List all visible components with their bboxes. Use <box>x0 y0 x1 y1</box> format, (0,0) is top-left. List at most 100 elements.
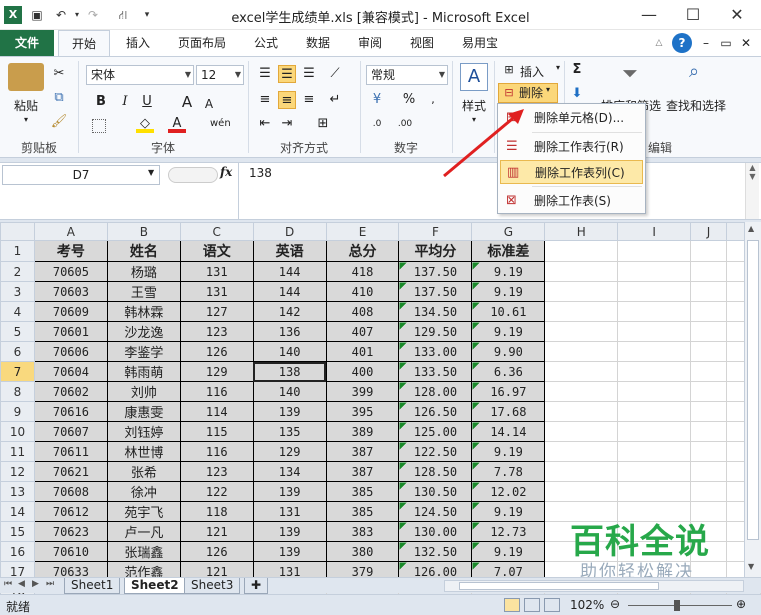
table-cell[interactable]: 124.50 <box>398 501 473 522</box>
table-cell[interactable]: 韩林霖 <box>106 301 181 322</box>
empty-cell[interactable] <box>617 481 692 502</box>
empty-cell[interactable] <box>690 441 727 462</box>
table-cell[interactable]: 135 <box>252 421 327 442</box>
table-cell[interactable]: 12.73 <box>471 521 546 542</box>
empty-cell[interactable] <box>617 321 692 342</box>
row-header[interactable]: 12 <box>0 461 35 482</box>
table-cell[interactable]: 137.50 <box>398 281 473 302</box>
table-cell[interactable]: 121 <box>179 521 254 542</box>
table-cell[interactable]: 383 <box>325 521 400 542</box>
table-cell[interactable]: 126 <box>179 341 254 362</box>
wrap-text-icon[interactable]: ↵ <box>326 91 344 109</box>
table-cell[interactable]: 385 <box>325 501 400 522</box>
table-cell[interactable]: 刘钰婷 <box>106 421 181 442</box>
number-format-field[interactable]: 常规 ▼ <box>366 65 448 85</box>
scroll-thumb[interactable] <box>747 240 759 540</box>
row-header[interactable]: 7 <box>0 361 35 382</box>
percent-icon[interactable]: % <box>400 91 418 109</box>
table-cell[interactable]: 132.50 <box>398 541 473 562</box>
copy-icon[interactable]: ⧉ <box>50 89 68 107</box>
zoom-out-icon[interactable]: ⊖ <box>610 597 620 611</box>
column-header[interactable]: G <box>471 222 546 241</box>
table-cell[interactable]: 114 <box>179 401 254 422</box>
fill-icon[interactable]: ⬇ <box>568 85 586 103</box>
table-cell[interactable]: 70606 <box>33 341 108 362</box>
tab-page-layout[interactable]: 页面布局 <box>168 30 236 56</box>
table-cell[interactable]: 9.19 <box>471 441 546 462</box>
paste-dropdown-icon[interactable]: ▾ <box>18 115 34 124</box>
table-cell[interactable]: 沙龙逸 <box>106 321 181 342</box>
empty-cell[interactable] <box>617 281 692 302</box>
table-cell[interactable]: 130.50 <box>398 481 473 502</box>
table-cell[interactable]: 6.36 <box>471 361 546 382</box>
table-cell[interactable]: 韩雨萌 <box>106 361 181 382</box>
chevron-down-icon[interactable]: ▼ <box>235 66 241 84</box>
table-cell[interactable]: 70616 <box>33 401 108 422</box>
table-cell[interactable]: 70602 <box>33 381 108 402</box>
tab-home[interactable]: 开始 <box>58 30 110 57</box>
maximize-button[interactable]: ☐ <box>671 0 715 30</box>
name-box[interactable]: D7 <box>2 165 160 185</box>
next-sheet-icon[interactable]: ▶ <box>32 579 39 589</box>
row-header[interactable]: 16 <box>0 541 35 562</box>
table-cell[interactable]: 9.19 <box>471 281 546 302</box>
zoom-in-icon[interactable]: ⊕ <box>736 597 746 611</box>
table-cell[interactable]: 140 <box>252 341 327 362</box>
ribbon-minimize-icon[interactable]: – <box>698 30 714 56</box>
table-header-cell[interactable]: 语文 <box>179 240 254 262</box>
grow-font-icon[interactable]: A <box>178 93 196 111</box>
column-header[interactable]: C <box>179 222 254 241</box>
table-cell[interactable]: 12.02 <box>471 481 546 502</box>
table-cell[interactable]: 129 <box>179 361 254 382</box>
table-cell[interactable]: 408 <box>325 301 400 322</box>
empty-cell[interactable] <box>617 441 692 462</box>
empty-cell[interactable] <box>617 461 692 482</box>
table-cell[interactable]: 张瑞鑫 <box>106 541 181 562</box>
row-header[interactable]: 10 <box>0 421 35 442</box>
row-header[interactable]: 4 <box>0 301 35 322</box>
table-cell[interactable]: 王雪 <box>106 281 181 302</box>
table-cell[interactable]: 李鉴学 <box>106 341 181 362</box>
table-cell[interactable]: 118 <box>179 501 254 522</box>
table-cell[interactable]: 410 <box>325 281 400 302</box>
table-cell[interactable]: 70623 <box>33 521 108 542</box>
row-header[interactable]: 14 <box>0 501 35 522</box>
table-cell[interactable]: 122.50 <box>398 441 473 462</box>
delete-dropdown-icon[interactable]: ▾ <box>546 85 550 94</box>
empty-cell[interactable] <box>690 401 727 422</box>
table-header-cell[interactable]: 总分 <box>325 240 400 262</box>
ribbon-collapse-icon[interactable]: △ <box>652 30 666 56</box>
autosum-icon[interactable]: Σ <box>568 61 586 79</box>
font-color-icon[interactable]: A <box>168 115 186 133</box>
bold-icon[interactable]: B <box>92 93 110 111</box>
tab-insert[interactable]: 插入 <box>116 30 160 56</box>
column-header[interactable]: J <box>690 222 727 241</box>
empty-cell[interactable] <box>690 421 727 442</box>
tab-formulas[interactable]: 公式 <box>244 30 288 56</box>
table-cell[interactable]: 70608 <box>33 481 108 502</box>
table-cell[interactable]: 9.90 <box>471 341 546 362</box>
empty-cell[interactable] <box>690 301 727 322</box>
table-cell[interactable]: 70605 <box>33 261 108 282</box>
table-cell[interactable]: 138 <box>252 361 327 382</box>
merge-center-icon[interactable]: ⊞ <box>314 115 332 133</box>
empty-cell[interactable] <box>544 381 619 402</box>
empty-cell[interactable] <box>544 341 619 362</box>
table-cell[interactable]: 126 <box>179 541 254 562</box>
table-cell[interactable]: 9.19 <box>471 261 546 282</box>
prev-sheet-icon[interactable]: ◀ <box>18 579 25 589</box>
scroll-up-icon[interactable]: ▲ <box>748 224 754 233</box>
column-header[interactable]: H <box>544 222 619 241</box>
tab-data[interactable]: 数据 <box>296 30 340 56</box>
empty-cell[interactable] <box>690 261 727 282</box>
table-cell[interactable]: 139 <box>252 541 327 562</box>
table-cell[interactable]: 17.68 <box>471 401 546 422</box>
minimize-button[interactable]: — <box>627 0 671 30</box>
table-cell[interactable]: 70601 <box>33 321 108 342</box>
table-cell[interactable]: 杨璐 <box>106 261 181 282</box>
tab-file[interactable]: 文件 <box>0 30 54 56</box>
align-middle-icon[interactable]: ☰ <box>278 65 296 83</box>
table-cell[interactable]: 123 <box>179 321 254 342</box>
zoom-slider-thumb[interactable] <box>674 600 680 611</box>
normal-view-icon[interactable] <box>504 598 520 612</box>
